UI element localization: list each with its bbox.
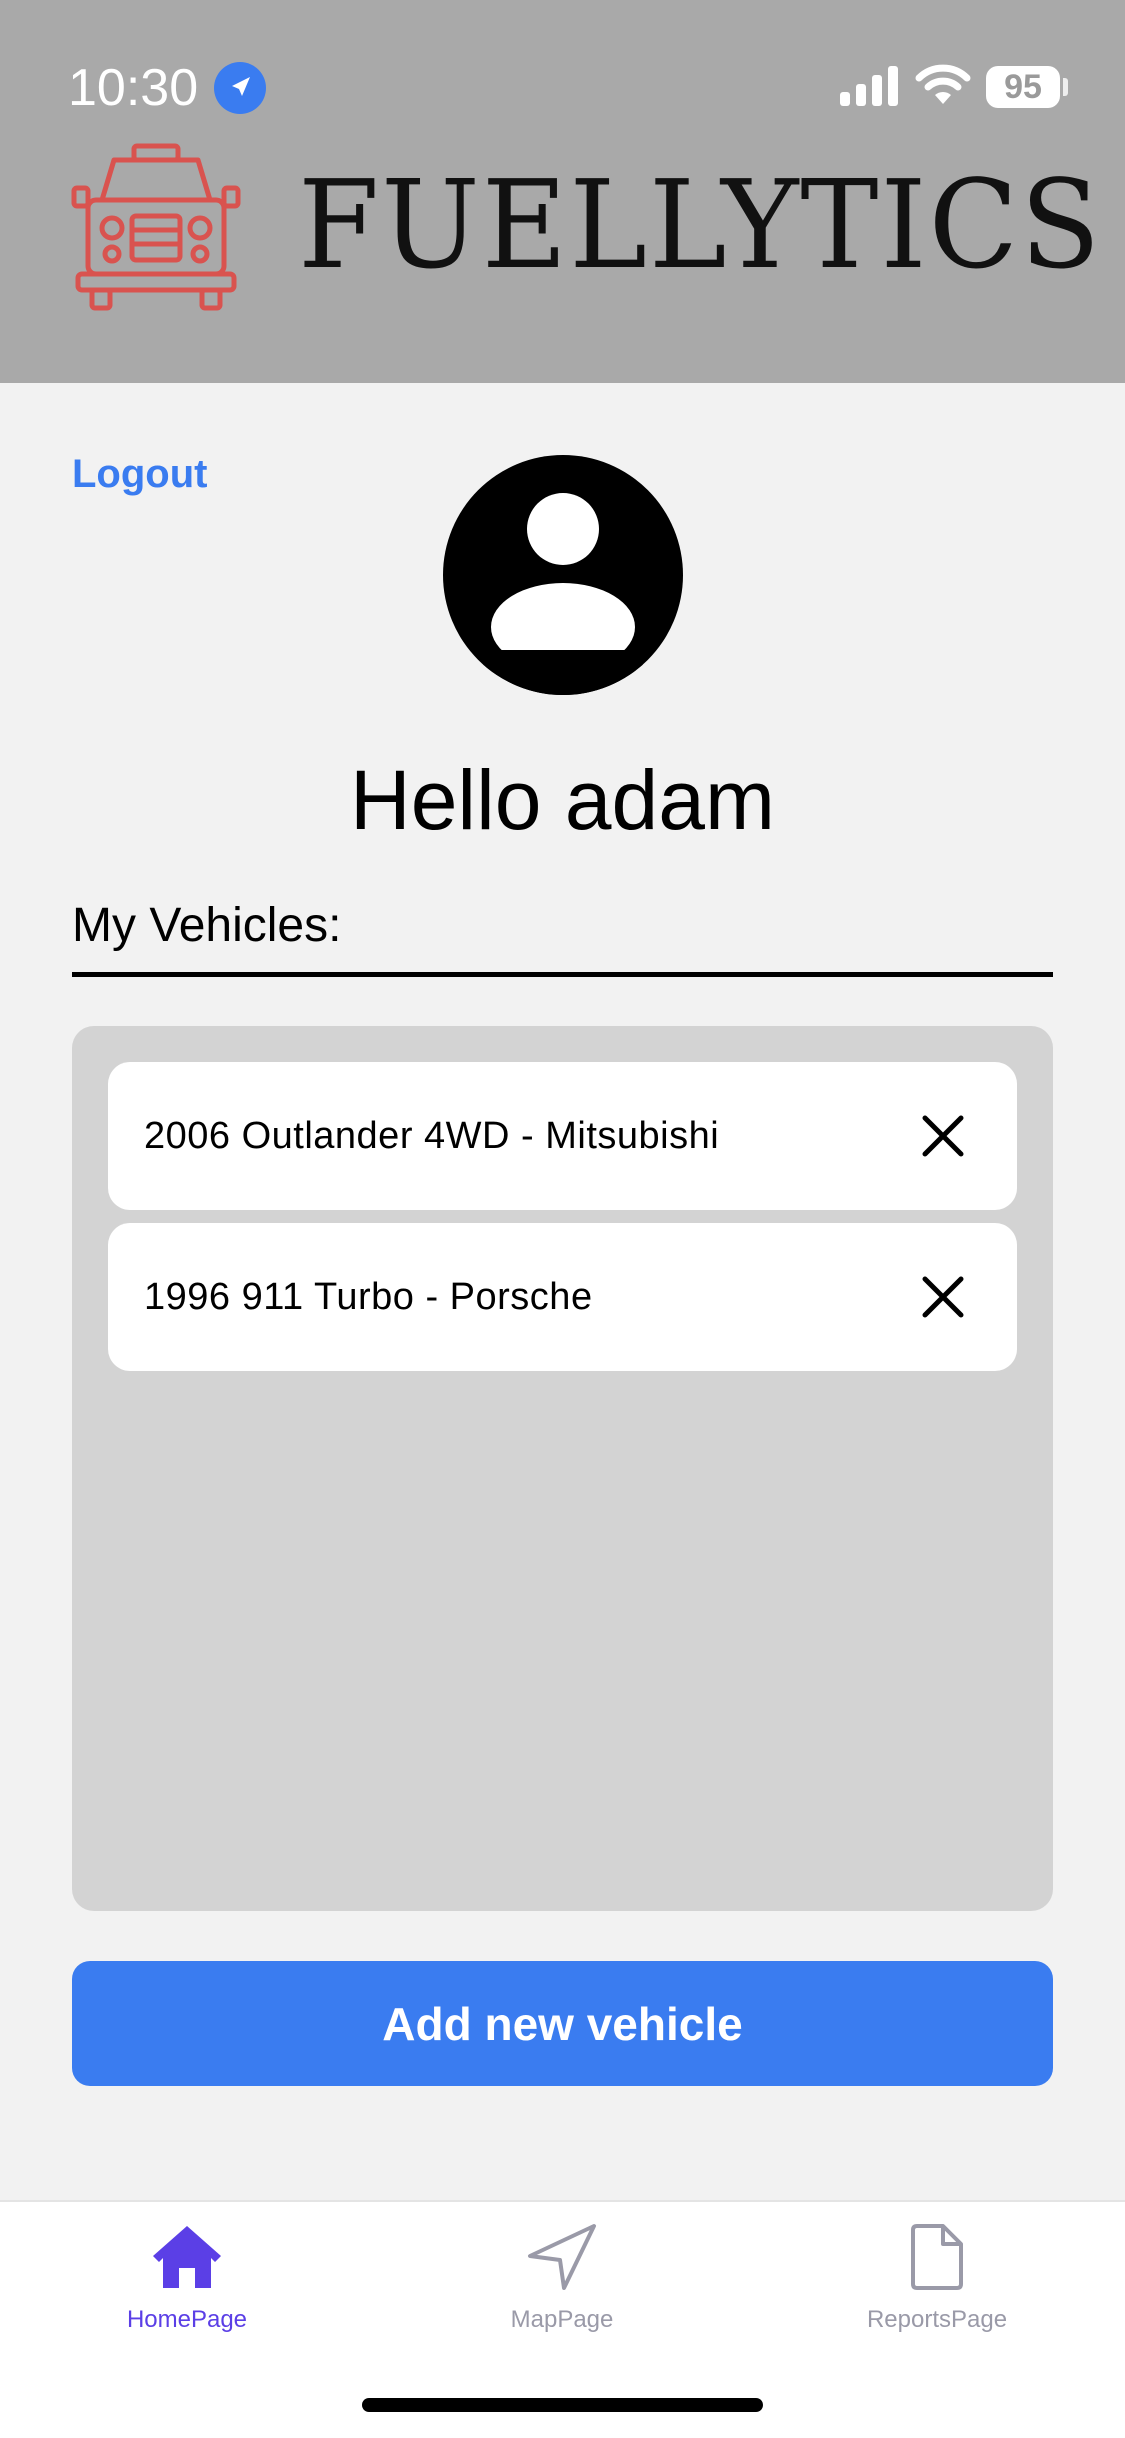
location-arrow-icon [214, 62, 266, 114]
add-vehicle-button[interactable]: Add new vehicle [72, 1961, 1053, 2086]
vehicle-label: 2006 Outlander 4WD - Mitsubishi [144, 1115, 720, 1157]
vehicle-list[interactable]: 2006 Outlander 4WD - Mitsubishi 1996 911… [72, 1026, 1053, 1911]
document-icon [911, 2224, 963, 2290]
tab-label: MapPage [510, 2306, 614, 2333]
greeting-text: Hello adam [350, 753, 775, 847]
app-brand-title: FUELLYTICS [298, 154, 1103, 296]
remove-vehicle-close-icon[interactable] [915, 1269, 971, 1325]
battery-level: 95 [986, 66, 1060, 108]
battery-tip [1063, 78, 1068, 96]
navigation-icon [528, 2224, 596, 2290]
tab-reportspage[interactable]: ReportsPage [817, 2222, 1057, 2362]
section-divider [72, 972, 1053, 977]
tab-mappage[interactable]: MapPage [442, 2222, 682, 2362]
logout-link[interactable]: Logout [72, 452, 208, 497]
tab-label: HomePage [126, 2306, 248, 2333]
remove-vehicle-close-icon[interactable] [915, 1108, 971, 1164]
home-icon [153, 2226, 221, 2288]
vehicle-label: 1996 911 Turbo - Porsche [144, 1276, 593, 1318]
home-indicator [362, 2398, 763, 2412]
truck-icon [71, 143, 241, 311]
avatar-icon [443, 455, 683, 695]
app-header: 10:30 95 FUELLYTICS [0, 0, 1125, 383]
status-time: 10:30 [68, 59, 199, 117]
vehicle-item[interactable]: 1996 911 Turbo - Porsche [108, 1223, 1017, 1371]
wifi-icon [915, 64, 971, 104]
tab-homepage[interactable]: HomePage [67, 2222, 307, 2362]
vehicle-item[interactable]: 2006 Outlander 4WD - Mitsubishi [108, 1062, 1017, 1210]
vehicles-section-label: My Vehicles: [72, 899, 342, 952]
cellular-signal-icon [840, 66, 898, 106]
tab-label: ReportsPage [866, 2306, 1008, 2333]
